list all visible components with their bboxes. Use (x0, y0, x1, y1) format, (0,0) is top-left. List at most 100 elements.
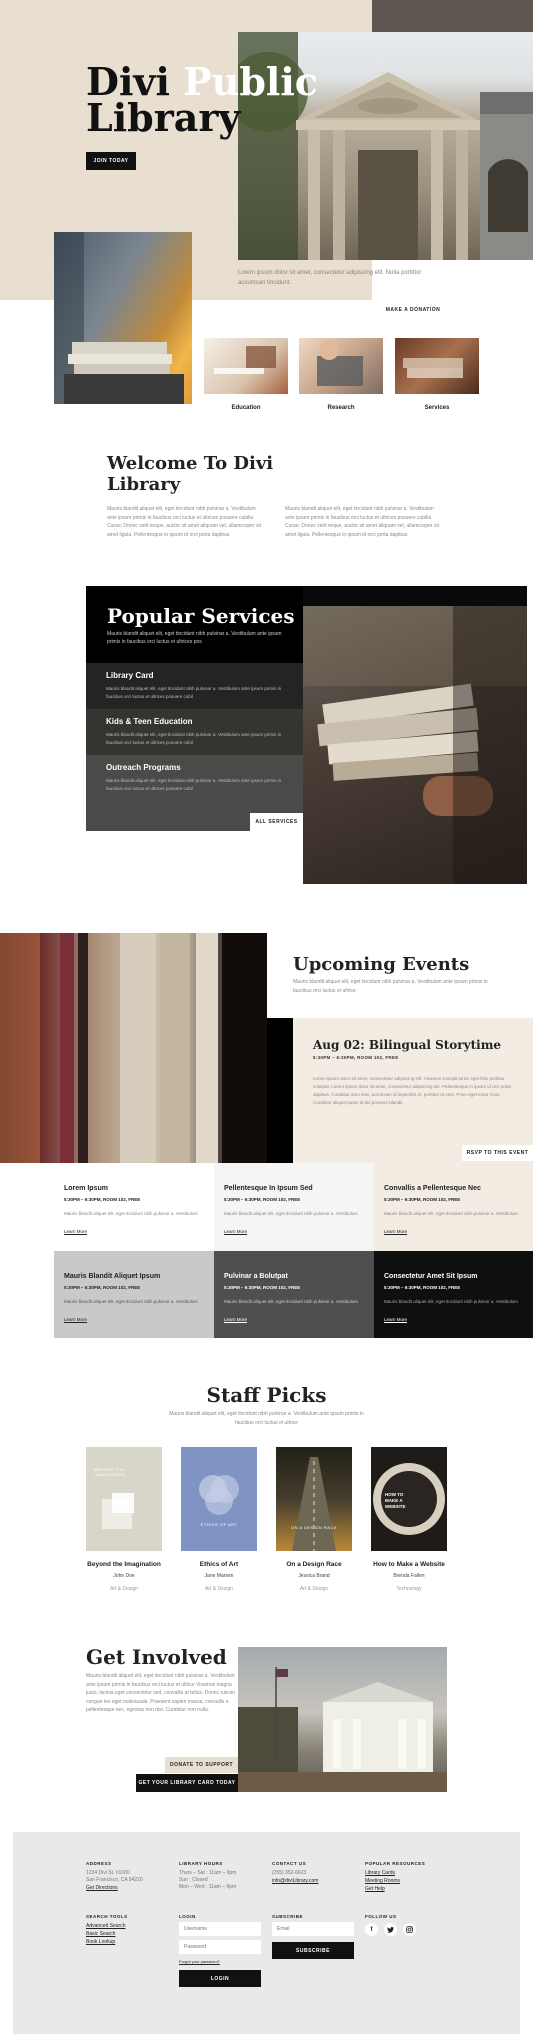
book-title[interactable]: On a Design Race (266, 1561, 362, 1568)
hero-caption: Lorem ipsum dolor sit amet, consectetur … (238, 270, 422, 286)
footer-heading-follow: FOLLOW US (365, 1914, 397, 1919)
event-card-text: Mauris blandit aliquet elit, eget tincid… (384, 1211, 518, 1216)
rsvp-button[interactable]: RSVP TO THIS EVENT (462, 1145, 533, 1161)
footer-directions-link[interactable]: Get Directions (86, 1885, 118, 1892)
event-card-title: Consectetur Amet Sit Ipsum (384, 1273, 478, 1280)
footer-tools-link[interactable]: Basic Search (86, 1931, 115, 1938)
book-title[interactable]: Beyond the Imagination (76, 1561, 172, 1568)
footer-resource-link[interactable]: Meeting Rooms (365, 1878, 400, 1885)
make-donation-button[interactable]: MAKE A DONATION (378, 302, 448, 318)
service-item-kids-teen[interactable]: Kids & Teen Education Mauris blandit ali… (86, 709, 303, 755)
event-card-text: Mauris blandit aliquet elit, eget tincid… (64, 1299, 198, 1304)
subscribe-button[interactable]: SUBSCRIBE (272, 1942, 354, 1959)
event-card-link[interactable]: Learn More (224, 1317, 247, 1322)
footer-resource-link[interactable]: Get Help (365, 1886, 385, 1893)
event-card-link[interactable]: Learn More (384, 1229, 407, 1234)
event-card-title: Convallis a Pellentesque Nec (384, 1185, 481, 1192)
footer-heading-login: LOGIN (179, 1914, 196, 1919)
book-cover-text: ETHICS OF ART (200, 1522, 238, 1527)
book-cover[interactable]: BEYOND THE IMAGINATION (86, 1447, 162, 1551)
event-card-title: Pulvinar a Bolutpat (224, 1273, 288, 1280)
book-cover-text: BEYOND THE IMAGINATION (94, 1467, 126, 1477)
event-card-title: Pellentesque In Ipsum Sed (224, 1185, 313, 1192)
tile-education-label[interactable]: Education (204, 405, 288, 411)
book-author: Brenda Fallen (393, 1573, 425, 1579)
events-black-bar (267, 1018, 293, 1163)
footer-address-line: 1234 Divi St. #1000 (86, 1870, 130, 1876)
footer-phone: (255) 352-6623 (272, 1870, 307, 1876)
event-card-link[interactable]: Learn More (64, 1317, 87, 1322)
subscribe-email-input[interactable] (272, 1922, 354, 1936)
event-card-link[interactable]: Learn More (224, 1229, 247, 1234)
tile-research-label[interactable]: Research (299, 405, 383, 411)
event-card[interactable]: Mauris Blandit Aliquet Ipsum 5:30PM – 6:… (54, 1251, 214, 1338)
instagram-icon[interactable] (403, 1923, 416, 1936)
service-item-title: Library Card (106, 671, 154, 680)
service-item-library-card[interactable]: Library Card Mauris blandit aliquet elit… (86, 663, 303, 709)
library-card-button[interactable]: GET YOUR LIBRARY CARD TODAY (136, 1774, 238, 1792)
event-card[interactable]: Pulvinar a Bolutpat 5:30PM – 6:30PM, ROO… (214, 1251, 374, 1338)
service-item-title: Outreach Programs (106, 763, 181, 772)
twitter-icon[interactable] (384, 1923, 397, 1936)
book-cover-text: ON A DESIGN RACE (290, 1525, 337, 1530)
involved-title: Get Involved (86, 1645, 227, 1669)
event-card-text: Mauris blandit aliquet elit, eget tincid… (64, 1211, 198, 1216)
footer-address-line: San Francisco, CA 94220 (86, 1877, 143, 1883)
event-card-meta: 5:30PM – 6:30PM, ROOM 102, FREE (384, 1197, 461, 1202)
footer-tools-link[interactable]: Advanced Search (86, 1923, 125, 1930)
event-card[interactable]: Consectetur Amet Sit Ipsum 5:30PM – 6:30… (374, 1251, 533, 1338)
event-card-link[interactable]: Learn More (64, 1229, 87, 1234)
facebook-icon[interactable]: f (365, 1923, 378, 1936)
book-cover[interactable]: ON A DESIGN RACE (276, 1447, 352, 1551)
all-services-button[interactable]: ALL SERVICES (250, 813, 303, 831)
event-card-text: Mauris blandit aliquet elit, eget tincid… (224, 1211, 358, 1216)
event-card-meta: 5:30PM – 6:30PM, ROOM 102, FREE (64, 1285, 141, 1290)
featured-event-text: Lorem ipsum dolor sit amet, consectetur … (313, 1076, 511, 1105)
featured-event-title[interactable]: Aug 02: Bilingual Storytime (313, 1038, 501, 1052)
services-right-dark (303, 586, 527, 606)
book-category: Technology (396, 1586, 422, 1592)
tile-research-photo[interactable] (299, 338, 383, 394)
footer-hours-line: Thurs – Sat : 11am – 9pm (179, 1870, 237, 1876)
event-card[interactable]: Pellentesque In Ipsum Sed 5:30PM – 6:30P… (214, 1163, 374, 1251)
welcome-col2: Mauris blandit aliquet elit, eget tincid… (285, 506, 439, 538)
join-today-button[interactable]: JOIN TODAY (86, 152, 136, 170)
event-card[interactable]: Lorem Ipsum 5:30PM – 6:30PM, ROOM 102, F… (54, 1163, 214, 1251)
forgot-password-link[interactable]: Forgot your password? (179, 1959, 220, 1964)
tile-services-photo[interactable] (395, 338, 479, 394)
event-card-text: Mauris blandit aliquet elit, eget tincid… (224, 1299, 358, 1304)
book-cover[interactable]: HOW TO MAKE A WEBSITE (371, 1447, 447, 1551)
hero-dark-strip (372, 0, 533, 32)
book-cover[interactable]: ETHICS OF ART (181, 1447, 257, 1551)
footer-heading-address: ADDRESS (86, 1861, 112, 1866)
book-title[interactable]: Ethics of Art (171, 1561, 267, 1568)
hero-title-line2: Library (86, 95, 241, 140)
event-card[interactable]: Convallis a Pellentesque Nec 5:30PM – 6:… (374, 1163, 533, 1251)
password-input[interactable] (179, 1940, 261, 1954)
hero-caption-box: Lorem ipsum dolor sit amet, consectetur … (238, 260, 448, 300)
services-title: Popular Services (107, 604, 295, 628)
footer-email-link[interactable]: info@diviLibrary.com (272, 1878, 318, 1885)
username-input[interactable] (179, 1922, 261, 1936)
hero-books-photo (54, 232, 192, 404)
event-card-title: Mauris Blandit Aliquet Ipsum (64, 1273, 161, 1280)
event-card-link[interactable]: Learn More (384, 1317, 407, 1322)
footer-tools-link[interactable]: Book Lookup (86, 1939, 115, 1946)
welcome-title-line1: Welcome To Divi (107, 453, 274, 474)
involved-building-photo (238, 1647, 447, 1792)
footer-heading-resources: POPULAR RESOURCES (365, 1861, 426, 1866)
staff-title: Staff Picks (206, 1383, 327, 1407)
tile-education-photo[interactable] (204, 338, 288, 394)
featured-event-meta: 5:30PM – 6:30PM, ROOM 102, FREE (313, 1055, 399, 1060)
tile-services-label[interactable]: Services (395, 405, 479, 411)
staff-intro: Mauris blandit aliquet elit, eget tincid… (169, 1411, 364, 1426)
donate-support-button[interactable]: DONATE TO SUPPORT (165, 1757, 238, 1773)
login-button[interactable]: LOGIN (179, 1970, 261, 1987)
service-item-text: Mauris blandit aliquet elit, eget tincid… (106, 732, 282, 745)
event-card-title: Lorem Ipsum (64, 1185, 108, 1192)
book-category: Art & Design (204, 1586, 234, 1592)
footer-resource-link[interactable]: Library Cards (365, 1870, 395, 1877)
book-category: Art & Design (299, 1586, 329, 1592)
footer-heading-contact: CONTACT US (272, 1861, 307, 1866)
book-title[interactable]: How to Make a Website (361, 1561, 457, 1568)
